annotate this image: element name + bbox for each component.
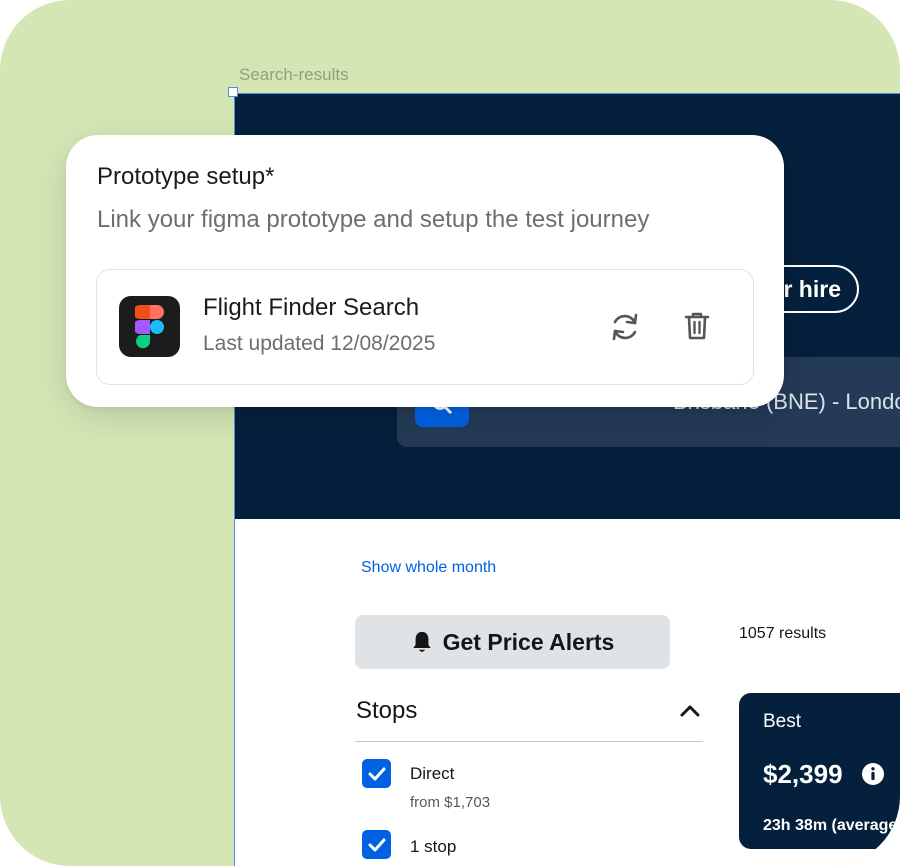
best-duration: 23h 38m (average) — [763, 817, 900, 834]
info-icon[interactable] — [861, 762, 885, 786]
chevron-up-icon[interactable] — [679, 703, 701, 719]
price-alerts-button[interactable]: Get Price Alerts — [355, 615, 670, 669]
prototype-setup-card: Prototype setup* Link your figma prototy… — [66, 135, 784, 407]
trash-icon[interactable] — [684, 311, 710, 341]
refresh-icon[interactable] — [610, 311, 640, 343]
prototype-last-updated: Last updated 12/08/2025 — [203, 332, 436, 355]
frame-label[interactable]: Search-results — [239, 65, 349, 85]
direct-price: from $1,703 — [410, 794, 491, 811]
best-label: Best — [763, 711, 802, 732]
figma-logo-icon — [119, 296, 180, 357]
prototype-name: Flight Finder Search — [203, 294, 420, 321]
price-alerts-label: Get Price Alerts — [442, 628, 615, 655]
one-stop-checkbox[interactable] — [362, 830, 391, 859]
frame-resize-handle[interactable] — [228, 87, 238, 97]
stops-filter-title[interactable]: Stops — [356, 697, 417, 725]
show-whole-month-link[interactable]: Show whole month — [361, 559, 496, 577]
best-price: $2,399 — [763, 759, 843, 789]
card-subtitle: Link your figma prototype and setup the … — [97, 206, 650, 233]
one-stop-label[interactable]: 1 stop — [410, 837, 456, 857]
check-icon — [368, 838, 385, 851]
linked-prototype-item[interactable]: Flight Finder Search Last updated 12/08/… — [96, 269, 754, 385]
direct-checkbox[interactable] — [362, 759, 391, 788]
canvas-background: Search-results r hire Brisbane (BNE) - L… — [0, 0, 900, 866]
card-title: Prototype setup* — [97, 163, 275, 190]
car-hire-label: r hire — [783, 275, 841, 302]
best-sort-card[interactable]: Best $2,399 23h 38m (average) — [739, 693, 900, 849]
check-icon — [368, 767, 385, 780]
results-count: 1057 results — [739, 625, 827, 642]
stops-divider — [355, 741, 703, 742]
direct-label[interactable]: Direct — [410, 764, 454, 784]
bell-icon — [412, 631, 431, 652]
